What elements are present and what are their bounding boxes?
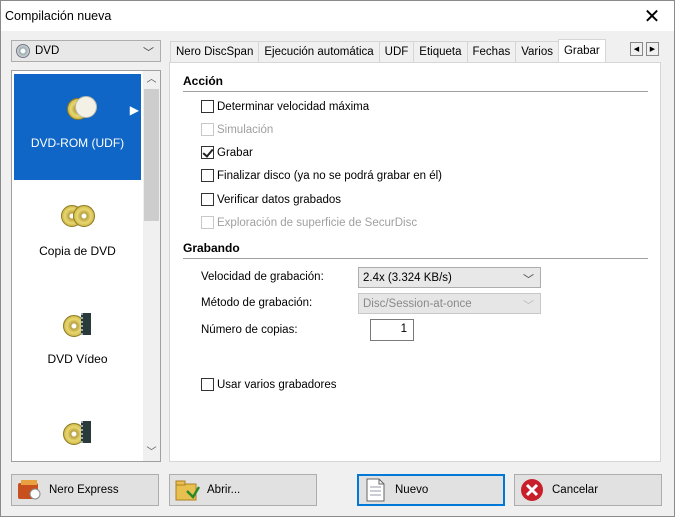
selected-arrow-icon: ▶ [129, 103, 139, 117]
checkbox-label: Grabar [217, 146, 253, 159]
checkbox-box[interactable] [201, 100, 214, 113]
checkbox-label: Finalizar disco (ya no se podrá grabar e… [217, 169, 443, 182]
chevron-down-icon: ﹀ [523, 274, 534, 286]
accion-heading: Acción [183, 74, 224, 88]
chevron-down-icon[interactable]: ﹀ [143, 444, 160, 461]
copies-input[interactable]: 1 [370, 319, 414, 341]
cancel-icon [518, 477, 546, 503]
tab-nero-discspan[interactable]: Nero DiscSpan [170, 41, 260, 62]
open-folder-icon [173, 477, 201, 503]
write-speed-value: 2.4x (3.324 KB/s) [363, 271, 452, 284]
nero-express-button[interactable]: Nero Express [11, 474, 159, 506]
divider [183, 91, 648, 92]
window-title: Compilación nueva [5, 9, 112, 23]
tab-label[interactable]: Etiqueta [413, 41, 468, 62]
button-label: Nuevo [395, 484, 429, 496]
grabando-heading: Grabando [183, 241, 240, 255]
nero-express-icon [15, 477, 43, 503]
project-label: DVD Vídeo [47, 352, 108, 366]
project-label: Copia de DVD [39, 244, 116, 258]
disc-type-select[interactable]: DVD ﹀ [11, 40, 161, 62]
close-icon: ✕ [643, 5, 661, 28]
checkbox-label: Simulación [217, 123, 274, 136]
scrollbar-thumb[interactable] [144, 89, 159, 221]
burn-checkbox[interactable]: Grabar [201, 146, 253, 159]
chevron-down-icon: ﹀ [143, 47, 154, 59]
tab-strip: Nero DiscSpan Ejecución automática UDF E… [170, 39, 606, 63]
button-label: Abrir... [207, 484, 241, 496]
simulation-checkbox: Simulación [201, 123, 273, 136]
project-list-scrollbar[interactable]: ︿ ﹀ [143, 71, 160, 461]
burn-tab-page: Acción Determinar velocidad máxima Simul… [169, 62, 661, 462]
dvd-video-icon [61, 419, 95, 447]
button-label: Nero Express [49, 484, 119, 496]
cancel-button[interactable]: Cancelar [514, 474, 662, 506]
checkbox-label: Verificar datos grabados [217, 193, 342, 206]
securdisc-scan-checkbox: Exploración de superficie de SecurDisc [201, 216, 417, 229]
open-button[interactable]: Abrir... [169, 474, 317, 506]
checkbox-box[interactable] [201, 378, 214, 391]
checkbox-box[interactable] [201, 169, 214, 182]
title-bar: Compilación nueva ✕ [1, 1, 674, 31]
disc-type-value: DVD [35, 45, 60, 57]
checkbox-box [201, 123, 214, 136]
tab-dates[interactable]: Fechas [466, 41, 517, 62]
dvd-video-icon [61, 311, 95, 339]
new-button[interactable]: Nuevo [357, 474, 505, 506]
multiple-recorders-checkbox[interactable]: Usar varios grabadores [201, 378, 337, 391]
tab-udf[interactable]: UDF [378, 41, 415, 62]
checkbox-box [201, 216, 214, 229]
dvd-copy-icon [60, 203, 95, 231]
tab-burn[interactable]: Grabar [557, 39, 606, 62]
checkbox-label: Determinar velocidad máxima [217, 100, 370, 113]
dvd-rom-icon [61, 94, 97, 122]
copies-label: Número de copias: [201, 324, 298, 336]
triangle-right-icon[interactable]: ▶ [646, 42, 659, 56]
divider [183, 258, 648, 259]
tab-misc[interactable]: Varios [515, 41, 559, 62]
checkbox-label: Usar varios grabadores [217, 378, 337, 391]
write-speed-select[interactable]: 2.4x (3.324 KB/s) ﹀ [358, 267, 541, 288]
dvd-disc-icon [16, 44, 30, 58]
determine-max-speed-checkbox[interactable]: Determinar velocidad máxima [201, 100, 369, 113]
write-method-value: Disc/Session-at-once [363, 297, 472, 310]
write-method-label: Método de grabación: [201, 297, 313, 309]
project-item-dvd-rom-udf[interactable]: ▶ DVD-ROM (UDF) [14, 74, 141, 180]
project-item-dvd-video[interactable]: DVD Vídeo [14, 303, 141, 383]
triangle-left-icon[interactable]: ◀ [630, 42, 643, 56]
chevron-up-icon[interactable]: ︿ [143, 71, 160, 88]
write-method-select: Disc/Session-at-once ﹀ [358, 293, 541, 314]
verify-data-checkbox[interactable]: Verificar datos grabados [201, 193, 341, 206]
checkbox-label: Exploración de superficie de SecurDisc [217, 216, 418, 229]
new-document-icon [361, 477, 389, 503]
checkbox-box[interactable] [201, 146, 214, 159]
project-label: DVD-ROM (UDF) [30, 136, 125, 150]
close-button[interactable]: ✕ [630, 1, 674, 31]
button-label: Cancelar [552, 484, 599, 496]
write-speed-label: Velocidad de grabación: [201, 271, 324, 283]
tab-autorun[interactable]: Ejecución automática [258, 41, 380, 62]
finalize-disc-checkbox[interactable]: Finalizar disco (ya no se podrá grabar e… [201, 169, 442, 182]
new-compilation-dialog: Compilación nueva ✕ DVD ﹀ ▶ DVD-ROM (UDF… [0, 0, 675, 517]
checkbox-box[interactable] [201, 193, 214, 206]
project-item-dvd-copy[interactable]: Copia de DVD [14, 193, 141, 273]
chevron-down-icon: ﹀ [523, 300, 534, 312]
project-list: ▶ DVD-ROM (UDF) Copia de DVD DVD Vídeo ︿… [11, 70, 161, 462]
project-item-4[interactable] [14, 413, 141, 461]
